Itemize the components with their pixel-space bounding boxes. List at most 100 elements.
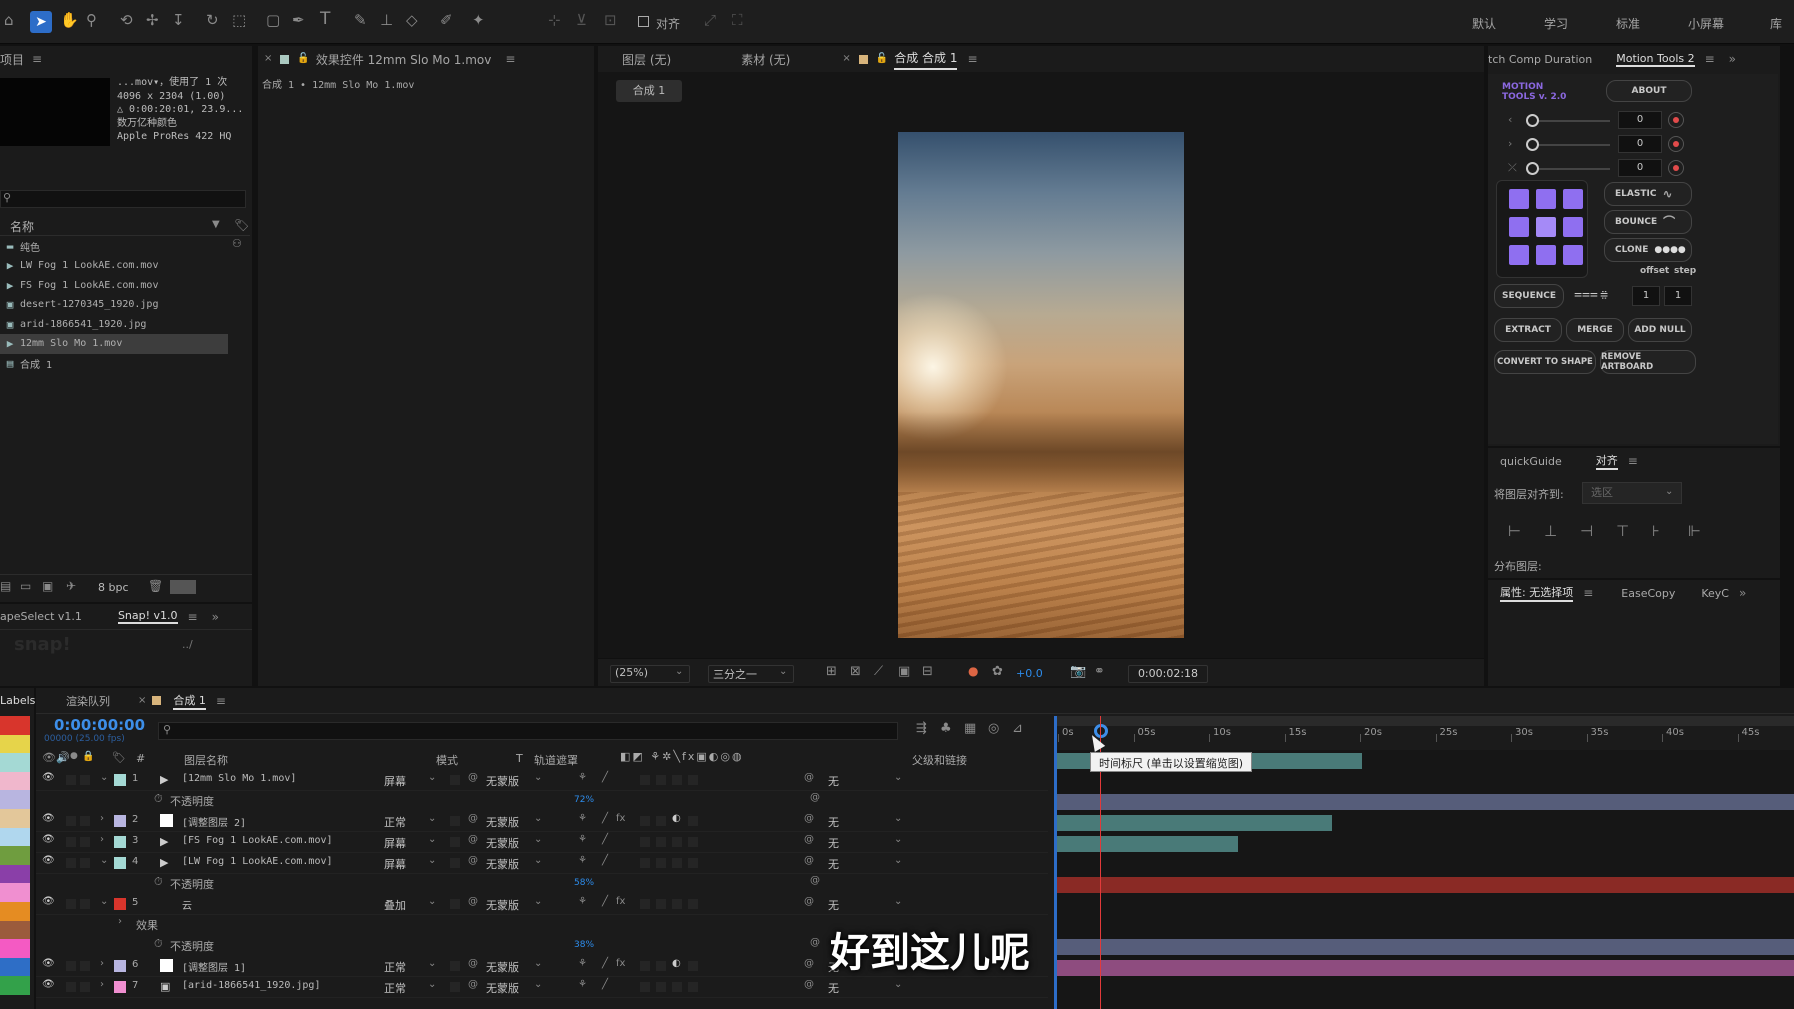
expression-link-icon[interactable]: @: [810, 876, 820, 886]
blend-mode-dropdown[interactable]: 叠加 ⌄: [384, 897, 440, 913]
blend-mode-dropdown[interactable]: 正常 ⌄: [384, 980, 440, 996]
label-color-swatch[interactable]: [0, 753, 30, 772]
label-color-swatch[interactable]: [0, 920, 30, 940]
layer-row[interactable]: 👁 ⌄ 4 ▶ [LW Fog 1 LookAE.com.mov] 屏幕 ⌄ @ 无蒙版 ⌄ ⚘ ╱ @…: [36, 853, 1048, 874]
3d-switch[interactable]: [688, 982, 698, 992]
label-color-swatch[interactable]: [0, 901, 30, 921]
eraser-tool-icon[interactable]: ◇: [406, 13, 418, 28]
lock-switch[interactable]: [80, 961, 90, 971]
project-search-input[interactable]: ⚲: [0, 190, 246, 208]
layer-duration-bar[interactable]: [1054, 939, 1794, 955]
anchor-point-cell[interactable]: [1509, 245, 1529, 265]
matte-link-icon[interactable]: @: [468, 835, 478, 845]
color-swatch[interactable]: [170, 580, 196, 594]
layer-name-column[interactable]: 图层名称: [184, 752, 228, 768]
adjustment-switch[interactable]: [672, 775, 682, 785]
quality-switch-icon[interactable]: ╱: [602, 814, 608, 824]
adjustment-switch[interactable]: [672, 982, 682, 992]
layer-duration-bar[interactable]: [1054, 794, 1794, 810]
align-button-icon[interactable]: ⊦: [1652, 524, 1660, 539]
shape-select-tab[interactable]: apeSelect v1.1: [0, 610, 82, 623]
panel-menu-icon[interactable]: ≡: [32, 53, 42, 65]
layer-label-color[interactable]: [114, 774, 126, 786]
layer-search-input[interactable]: ⚲: [158, 722, 898, 740]
ease-slider[interactable]: [1532, 144, 1610, 146]
remove-artboard-button[interactable]: REMOVE ARTBOARD: [1600, 350, 1696, 374]
layer-name[interactable]: [调整图层 2]: [182, 814, 246, 829]
project-item[interactable]: ▶ 12mm Slo Mo 1.mov: [0, 333, 228, 354]
quality-switch-icon[interactable]: ╱: [602, 980, 608, 990]
label-color-swatch[interactable]: [0, 864, 30, 884]
rectangle-tool-icon[interactable]: ▢: [266, 13, 280, 28]
layer-label-color[interactable]: [114, 815, 126, 827]
ease-value-input[interactable]: 0: [1618, 159, 1662, 177]
frame-blend-switch[interactable]: [640, 816, 650, 826]
layer-duration-bar[interactable]: [1054, 877, 1794, 893]
roto-brush-tool-icon[interactable]: ✐: [440, 13, 453, 28]
parent-pickwhip-icon[interactable]: @: [804, 814, 814, 824]
layer-name[interactable]: 云: [182, 897, 192, 912]
blend-mode-dropdown[interactable]: 正常 ⌄: [384, 814, 440, 830]
comp-viewer-tab[interactable]: 合成 合成 1: [894, 49, 958, 70]
resolution-dropdown[interactable]: 三分之一 ⌄: [708, 665, 794, 683]
comp-chip[interactable]: 合成 1: [616, 80, 682, 102]
label-tag-icon[interactable]: 🏷: [234, 219, 249, 231]
track-matte-dropdown[interactable]: 无蒙版 ⌄: [486, 814, 546, 830]
close-icon[interactable]: ×: [138, 695, 146, 706]
anchor-tool-icon[interactable]: ⬚: [232, 13, 246, 28]
preserve-transparency-switch[interactable]: [450, 961, 460, 971]
chevron-right-icon[interactable]: ›: [100, 835, 104, 845]
layer-label-color[interactable]: [114, 960, 126, 972]
solo-switch[interactable]: [66, 837, 76, 847]
ease-slider-handle[interactable]: [1526, 162, 1539, 175]
track-matte-dropdown[interactable]: 无蒙版 ⌄: [486, 980, 546, 996]
viewer-timecode[interactable]: 0:00:02:18: [1128, 665, 1208, 683]
project-item[interactable]: ▶ LW Fog 1 LookAE.com.mov: [0, 256, 250, 276]
layer-name[interactable]: [12mm Slo Mo 1.mov]: [182, 773, 296, 784]
adjustment-switch[interactable]: [672, 837, 682, 847]
ease-slider-handle[interactable]: [1526, 138, 1539, 151]
label-tag-icon[interactable]: 🏷: [112, 752, 126, 763]
align-tab[interactable]: 对齐: [1595, 452, 1618, 470]
align-button-icon[interactable]: ⊤: [1616, 524, 1629, 539]
solo-switch[interactable]: [66, 982, 76, 992]
zoom-dropdown[interactable]: (25%) ⌄: [610, 665, 690, 683]
frame-blend-switch[interactable]: [640, 961, 650, 971]
parent-dropdown[interactable]: 无 ⌄: [824, 773, 908, 789]
type-tool-icon[interactable]: T: [320, 11, 330, 28]
pen-tool-icon[interactable]: ✒: [292, 13, 305, 28]
motion-blur-switch[interactable]: [656, 982, 666, 992]
matte-link-icon[interactable]: @: [468, 897, 478, 907]
solo-toggle-icon[interactable]: ●: [70, 752, 78, 761]
layer-label-color[interactable]: [114, 836, 126, 848]
graph-editor-icon[interactable]: ⊿: [1012, 722, 1023, 735]
region-of-interest-icon[interactable]: ▣: [898, 665, 910, 678]
blend-mode-dropdown[interactable]: 屏幕 ⌄: [384, 835, 440, 851]
world-axis-icon[interactable]: ⊻: [576, 13, 587, 28]
opacity-value[interactable]: 58%: [574, 878, 594, 888]
clone-button[interactable]: CLONE ●●●●: [1604, 238, 1692, 262]
orbit-tool-icon[interactable]: ⟲: [120, 13, 133, 28]
parent-dropdown[interactable]: 无 ⌄: [824, 980, 908, 996]
lock-switch[interactable]: [80, 816, 90, 826]
snap-tab[interactable]: Snap! v1.0: [117, 609, 178, 624]
eye-icon[interactable]: 👁: [42, 835, 55, 845]
eye-icon[interactable]: 👁: [42, 959, 55, 969]
home-icon[interactable]: ⌂: [4, 13, 14, 28]
3d-switch[interactable]: [688, 837, 698, 847]
chevron-right-icon[interactable]: ›: [100, 959, 104, 969]
hand-tool-icon[interactable]: ✋: [60, 13, 79, 28]
quality-switch-icon[interactable]: ╱: [602, 835, 608, 845]
expand-open-icon[interactable]: ⌄: [100, 773, 108, 783]
expand-open-icon[interactable]: ⌄: [100, 856, 108, 866]
transparency-grid-icon[interactable]: ⊠: [850, 665, 861, 678]
lock-switch[interactable]: [80, 982, 90, 992]
color-channels-icon[interactable]: ●: [968, 665, 978, 677]
keyframe-record-button[interactable]: [1668, 136, 1684, 152]
anchor-point-cell[interactable]: [1563, 189, 1583, 209]
opacity-property-row[interactable]: ⏱ 不透明度 72% @: [36, 790, 1048, 811]
hierarchy-icon[interactable]: ⚇: [232, 238, 242, 249]
properties-tab[interactable]: 属性: 无选择项: [1500, 584, 1574, 602]
footage-viewer-tab[interactable]: 素材 (无): [741, 51, 790, 68]
label-color-swatch[interactable]: [0, 939, 30, 958]
